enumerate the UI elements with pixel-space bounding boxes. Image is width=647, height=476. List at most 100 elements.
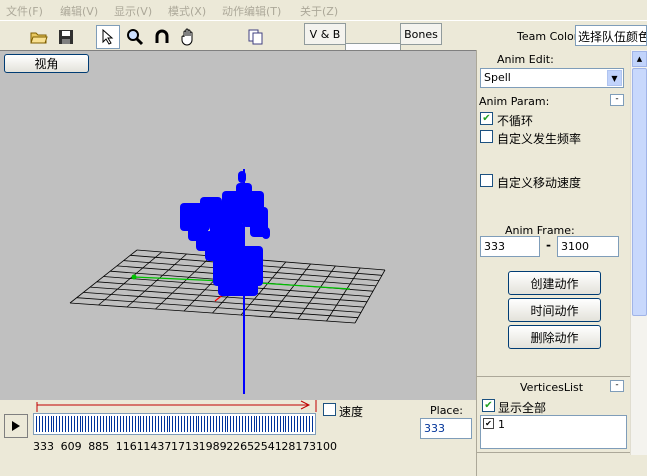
play-icon (12, 421, 20, 431)
time-anim-button[interactable]: 时间动作 (508, 298, 601, 322)
frame-tick (152, 416, 153, 432)
custom-freq-checkbox[interactable] (480, 130, 493, 143)
frame-tick (157, 416, 159, 432)
frame-tick (134, 416, 136, 432)
frame-tick (276, 416, 278, 432)
custom-freq-label: 自定义发生频率 (497, 132, 582, 146)
vertices-list-collapse-button[interactable]: - (610, 380, 624, 392)
scrollbar-corner (630, 455, 647, 476)
frame-tick (250, 416, 252, 432)
panel-scrollbar[interactable]: ▲ (630, 50, 647, 455)
frame-tick (239, 416, 240, 432)
frame-tick (70, 416, 72, 432)
frame-tick (36, 416, 37, 432)
grid-line (326, 267, 361, 322)
frame-tick-label: 2265 (226, 440, 255, 453)
chevron-down-icon[interactable]: ▼ (607, 70, 622, 86)
frame-tick (279, 416, 281, 432)
timeline-bar: 333 609 885 1161 1437 1713 1989 2265 2541 2817 310… (0, 400, 476, 476)
frame-tick (230, 416, 232, 432)
frame-tick (244, 416, 246, 432)
frame-tick-label: 3100 (309, 440, 337, 453)
3d-viewport[interactable]: 视角 (0, 50, 476, 400)
place-input[interactable]: 333 (420, 418, 472, 439)
model-vertex-cluster (228, 223, 244, 243)
frame-tick (212, 416, 214, 432)
frame-tick (172, 416, 174, 432)
frame-tick (88, 416, 90, 432)
frame-tick (67, 416, 69, 432)
speed-label: 速度 (339, 405, 364, 419)
open-folder-icon[interactable] (27, 25, 51, 49)
frame-tick (120, 416, 122, 432)
frame-tick-label: 1989 (198, 440, 227, 453)
frame-tick (221, 416, 223, 432)
anim-param-collapse-button[interactable]: - (610, 94, 624, 106)
team-color-select[interactable]: 选择队伍颜色 (575, 25, 647, 46)
select-arrow-icon[interactable] (96, 25, 120, 49)
frame-slider[interactable] (33, 413, 316, 435)
frame-start-input[interactable]: 333 (480, 236, 540, 257)
frame-tick (79, 416, 81, 432)
frame-tick-label: 1161 (115, 440, 144, 453)
frame-tick (56, 416, 58, 432)
frame-tick (305, 416, 307, 432)
frame-tick (65, 416, 66, 432)
frame-tick (186, 416, 188, 432)
frame-tick (201, 416, 203, 432)
tab-v-and-b[interactable]: V & B (304, 23, 346, 45)
frame-tick (105, 416, 107, 432)
create-anim-button[interactable]: 创建动作 (508, 271, 601, 295)
vertices-list-label: VerticesList (520, 381, 584, 394)
frame-tick (169, 416, 171, 432)
frame-tick (178, 416, 180, 432)
frame-tick (62, 416, 64, 432)
frame-tick (94, 416, 95, 432)
frame-tick (41, 416, 43, 432)
delete-anim-button[interactable]: 删除动作 (508, 325, 601, 349)
next-section-header (477, 452, 631, 476)
scroll-up-icon[interactable]: ▲ (632, 51, 647, 67)
menu-mode[interactable]: 模式(X) (168, 3, 206, 19)
frame-tick (143, 416, 145, 432)
menu-bar: 文件(F) 编辑(V) 显示(V) 模式(X) 动作编辑(T) 关于(Z) (0, 0, 647, 20)
pan-hand-icon[interactable] (177, 25, 201, 49)
frame-tick (299, 416, 301, 432)
zoom-magnifier-icon[interactable] (123, 25, 147, 49)
anim-edit-select[interactable]: Spell ▼ (480, 68, 624, 88)
rotate-arc-icon[interactable] (150, 25, 174, 49)
frame-end-input[interactable]: 3100 (557, 236, 619, 257)
frame-tick (73, 416, 75, 432)
speed-checkbox[interactable] (323, 403, 336, 416)
custom-speed-label: 自定义移动速度 (497, 176, 582, 190)
grid-line (297, 265, 336, 320)
frame-tick (210, 416, 211, 432)
show-all-checkbox[interactable]: ✔ (482, 399, 495, 412)
menu-file[interactable]: 文件(F) (6, 3, 43, 19)
model-vertex-cluster (218, 276, 258, 296)
menu-view[interactable]: 显示(V) (114, 3, 152, 19)
right-panel: Anim Edit: Spell ▼ Anim Param: - ✔ 不循环 自… (476, 50, 631, 476)
custom-speed-checkbox[interactable] (480, 174, 493, 187)
frame-tick (247, 416, 249, 432)
frame-tick-label: 333 (33, 440, 54, 453)
no-loop-checkbox[interactable]: ✔ (480, 112, 493, 125)
tab-bones[interactable]: Bones (400, 23, 442, 45)
vertices-list[interactable]: ✔ 1 (480, 415, 627, 449)
frame-tick (146, 416, 148, 432)
list-item-checkbox[interactable]: ✔ (483, 418, 494, 429)
grid-line (354, 269, 386, 324)
model-vertex-cluster (262, 227, 270, 239)
frame-tick (294, 416, 296, 432)
play-button[interactable] (4, 414, 28, 438)
frame-tick (117, 416, 119, 432)
save-disk-icon[interactable] (54, 25, 78, 49)
frame-tick-label: 885 (88, 440, 110, 453)
list-item[interactable]: 1 (498, 418, 505, 431)
menu-anim-edit[interactable]: 动作编辑(T) (222, 3, 281, 19)
frame-tick (253, 416, 255, 432)
scroll-thumb[interactable] (632, 68, 647, 316)
menu-edit[interactable]: 编辑(V) (60, 3, 98, 19)
copy-pages-icon[interactable] (244, 25, 268, 49)
menu-about[interactable]: 关于(Z) (300, 3, 338, 19)
